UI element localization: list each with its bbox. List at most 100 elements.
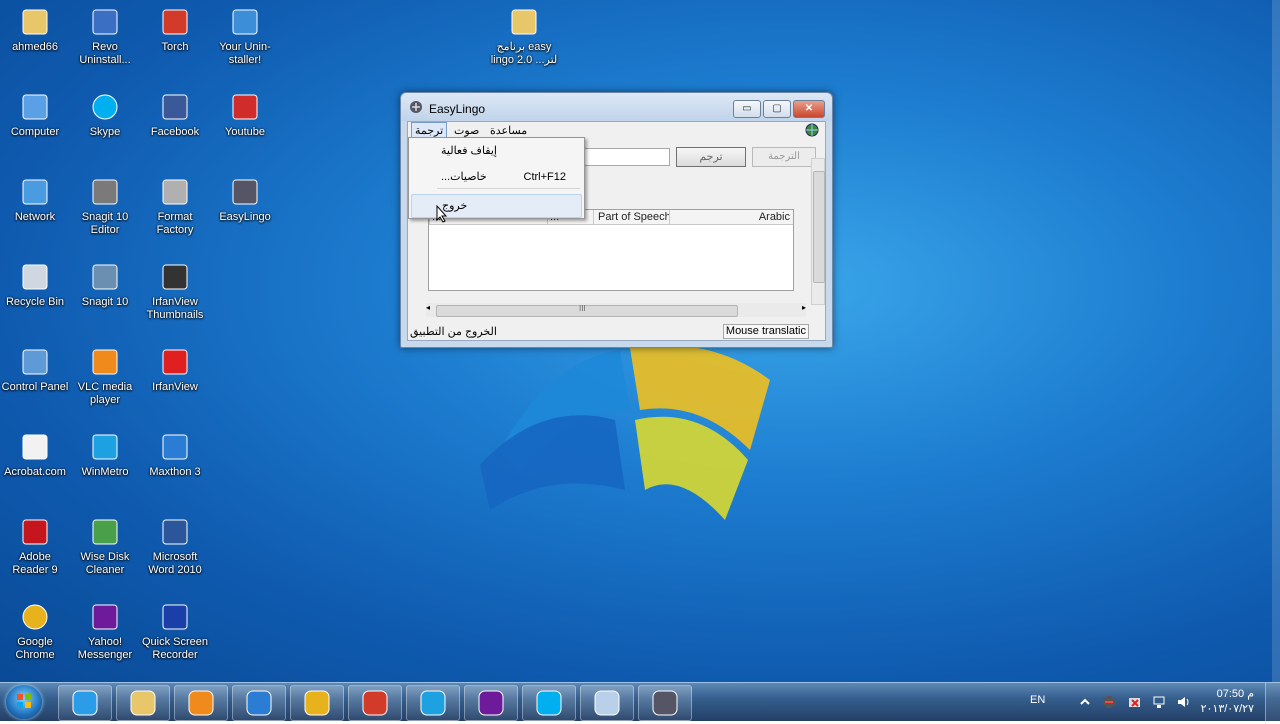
taskbar-button[interactable] <box>580 685 634 721</box>
vertical-scroll-thumb[interactable] <box>813 171 825 283</box>
column-header-arabic[interactable]: Arabic <box>669 210 794 224</box>
desktop-icon-label: EasyLingo <box>219 211 271 223</box>
network-tray-icon[interactable] <box>1152 695 1166 709</box>
snagit-icon <box>92 264 118 290</box>
window-titlebar[interactable]: EasyLingo ▭ ▢ ✕ <box>401 93 832 121</box>
show-desktop-button[interactable] <box>1265 683 1280 721</box>
desktop-icon[interactable]: Computer <box>0 91 70 139</box>
menu-item-stop[interactable]: إيقاف فعالية <box>411 140 582 162</box>
menu-sound[interactable]: صوت <box>454 124 479 137</box>
desktop-icon[interactable]: Maxthon 3 <box>140 431 210 479</box>
start-button[interactable] <box>6 685 42 719</box>
maximize-button[interactable]: ▢ <box>763 100 791 118</box>
desktop-icon-label: Snagit 10 <box>81 296 129 308</box>
desktop-icon[interactable]: Google Chrome <box>0 601 70 662</box>
desktop-icon[interactable]: Adobe Reader 9 <box>0 516 70 577</box>
globe-icon[interactable] <box>805 123 819 137</box>
menu-item-properties[interactable]: ...خاصيات Ctrl+F12 <box>411 166 582 188</box>
chrome-icon <box>304 690 330 716</box>
volume-icon[interactable] <box>1176 695 1190 709</box>
desktop-icon[interactable]: Torch <box>140 6 210 54</box>
desktop-icon-label: Control Panel <box>1 381 69 393</box>
taskbar-button[interactable] <box>58 685 112 721</box>
desktop-icon[interactable]: IrfanView <box>140 346 210 394</box>
desktop-icon[interactable]: Network <box>0 176 70 224</box>
action-center-icon[interactable] <box>1128 695 1142 709</box>
desktop: ahmed66 Revo Uninstall... Torch Your Unin-s… <box>0 0 1280 682</box>
menu-separator <box>437 188 580 189</box>
desktop-icon-label: VLC media player <box>77 381 133 406</box>
desktop-icon[interactable]: VLC media player <box>70 346 140 407</box>
taskbar-button[interactable] <box>638 685 692 721</box>
desktop-icon[interactable]: IrfanView Thumbnails <box>140 261 210 322</box>
horizontal-scrollbar[interactable]: ◂ III ▸ <box>426 303 806 317</box>
scroll-right-arrow-icon[interactable]: ▸ <box>802 303 806 312</box>
desktop-icon[interactable]: Recycle Bin <box>0 261 70 309</box>
language-indicator[interactable]: EN <box>1030 694 1045 706</box>
desktop-icon[interactable]: WinMetro <box>70 431 140 479</box>
taskbar-button[interactable] <box>522 685 576 721</box>
desktop-icon[interactable]: Yahoo! Messenger <box>70 601 140 662</box>
desktop-icon-label: Skype <box>89 126 121 138</box>
taskbar-button[interactable] <box>406 685 460 721</box>
desktop-icon-label: Yahoo! Messenger <box>77 636 133 661</box>
taskbar-button[interactable] <box>464 685 518 721</box>
results-table[interactable]: ... ... Part of Speech Arabic <box>428 209 794 291</box>
irfanview-thumbnails-icon <box>162 264 188 290</box>
horizontal-scroll-thumb[interactable]: III <box>436 304 738 317</box>
taskbar-button[interactable] <box>290 685 344 721</box>
desktop-icon[interactable]: برنامج easy lingo 2.0 ...لتر <box>489 6 559 67</box>
minimize-button[interactable]: ▭ <box>733 100 761 118</box>
taskbar-button[interactable] <box>232 685 286 721</box>
maxthon-icon <box>246 690 272 716</box>
desktop-icon-label: Acrobat.com <box>4 466 66 478</box>
easylingo-tray-icon[interactable] <box>1102 695 1116 709</box>
scroll-left-arrow-icon[interactable]: ◂ <box>426 303 430 312</box>
media-player-icon <box>188 690 214 716</box>
menu-help[interactable]: مساعدة <box>490 124 527 137</box>
desktop-icon[interactable]: Snagit 10 <box>70 261 140 309</box>
notepad-icon <box>594 690 620 716</box>
desktop-icon[interactable]: Acrobat.com <box>0 431 70 479</box>
desktop-icon[interactable]: EasyLingo <box>210 176 280 224</box>
translate-button[interactable]: ترجم <box>676 147 746 167</box>
taskbar-button[interactable] <box>348 685 402 721</box>
translation-button[interactable]: الترجمة <box>752 147 816 167</box>
skype-icon <box>536 690 562 716</box>
column-header-part-of-speech[interactable]: Part of Speech <box>593 210 674 224</box>
easylingo-icon <box>652 690 678 716</box>
desktop-icon[interactable]: Control Panel <box>0 346 70 394</box>
desktop-icon[interactable]: Facebook <box>140 91 210 139</box>
system-tray: EN 07:50 م ٢٠١٣/٠٧/٢٧ <box>1030 683 1280 721</box>
word-input[interactable] <box>578 148 670 166</box>
desktop-icon-label: Format Factory <box>156 211 194 236</box>
desktop-icon[interactable]: Skype <box>70 91 140 139</box>
taskbar-button[interactable] <box>174 685 228 721</box>
taskbar: EN 07:50 م ٢٠١٣/٠٧/٢٧ <box>0 682 1280 721</box>
menu-item-shortcut: Ctrl+F12 <box>523 171 567 183</box>
desktop-icon[interactable]: Snagit 10 Editor <box>70 176 140 237</box>
close-button[interactable]: ✕ <box>793 100 825 118</box>
desktop-icon[interactable]: Quick Screen Recorder <box>140 601 210 662</box>
tray-arrow-icon[interactable] <box>1078 695 1092 709</box>
vertical-scrollbar[interactable] <box>811 158 825 305</box>
wise-disk-cleaner-icon <box>92 519 118 545</box>
desktop-icon-label: Revo Uninstall... <box>79 41 131 66</box>
clock[interactable]: 07:50 م ٢٠١٣/٠٧/٢٧ <box>1201 687 1254 717</box>
adobe-reader-icon <box>22 519 48 545</box>
desktop-icon[interactable]: ahmed66 <box>0 6 70 54</box>
explorer-icon <box>130 690 156 716</box>
snagit-editor-icon <box>92 179 118 205</box>
desktop-icon[interactable]: Microsoft Word 2010 <box>140 516 210 577</box>
desktop-icon[interactable]: Wise Disk Cleaner <box>70 516 140 577</box>
mouse-translation-status[interactable]: Mouse translatic <box>722 324 809 339</box>
desktop-icon[interactable]: Format Factory <box>140 176 210 237</box>
status-text: الخروج من التطبيق <box>410 326 497 338</box>
desktop-icon-label: Snagit 10 Editor <box>81 211 129 236</box>
your-uninstaller-icon <box>232 9 258 35</box>
desktop-icon[interactable]: Your Unin-staller! <box>210 6 280 67</box>
desktop-icon[interactable]: Revo Uninstall... <box>70 6 140 67</box>
desktop-icon[interactable]: Youtube <box>210 91 280 139</box>
yahoo-messenger-icon <box>92 604 118 630</box>
taskbar-button[interactable] <box>116 685 170 721</box>
